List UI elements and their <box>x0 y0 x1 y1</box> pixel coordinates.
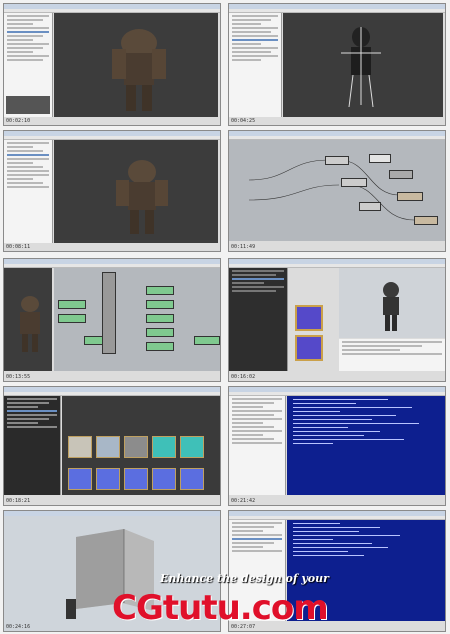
solution-explorer[interactable] <box>229 396 286 495</box>
thumbnail[interactable] <box>124 468 148 490</box>
screenshot-3: 00:08:11 <box>3 130 221 252</box>
thumbnail[interactable] <box>180 436 204 458</box>
timecode: 00:04:25 <box>231 118 256 124</box>
screenshot-6: 00:16:02 <box>228 258 446 382</box>
outliner-panel[interactable] <box>229 13 282 117</box>
timecode: 00:02:10 <box>6 118 31 124</box>
thumbnail[interactable] <box>68 436 92 458</box>
graph-node[interactable] <box>369 154 391 163</box>
timecode: 00:16:02 <box>231 374 256 380</box>
armored-character <box>112 29 166 111</box>
thumbnail[interactable] <box>152 436 176 458</box>
material-preview-2[interactable] <box>295 335 323 361</box>
graph-node[interactable] <box>146 286 174 295</box>
node-graph[interactable] <box>229 140 445 241</box>
armored-character <box>116 160 168 234</box>
viewport-3d[interactable] <box>4 268 52 371</box>
asset-tree-panel[interactable] <box>4 396 61 495</box>
screenshot-1: 00:02:10 <box>3 3 221 126</box>
timecode: 00:11:49 <box>231 244 256 250</box>
graph-node[interactable] <box>359 202 381 211</box>
promo-banner: Enhance the design of your <box>160 572 329 585</box>
graph-node[interactable] <box>341 178 367 187</box>
armored-character <box>383 282 399 331</box>
screenshot-8: 00:21:42 <box>228 386 446 506</box>
graph-node[interactable] <box>146 314 174 323</box>
timecode: 00:18:21 <box>6 498 31 504</box>
thumbnail[interactable] <box>180 468 204 490</box>
code-editor[interactable] <box>287 396 445 495</box>
screenshot-4: 00:11:49 <box>228 130 446 252</box>
graph-node[interactable] <box>325 156 349 165</box>
material-preview-1[interactable] <box>295 305 323 331</box>
thumbnail[interactable] <box>152 468 176 490</box>
graph-node[interactable] <box>414 216 438 225</box>
timecode: 00:13:55 <box>6 374 31 380</box>
graph-node[interactable] <box>397 192 423 201</box>
graph-node[interactable] <box>146 300 174 309</box>
content-browser[interactable] <box>62 396 220 495</box>
graph-node[interactable] <box>146 328 174 337</box>
timecode: 00:24:16 <box>6 624 31 630</box>
thumbnail[interactable] <box>96 436 120 458</box>
viewport-3d[interactable] <box>54 140 218 243</box>
screenshot-2: 00:04:25 <box>228 3 446 126</box>
node-graph[interactable] <box>54 268 220 371</box>
thumbnail[interactable] <box>68 468 92 490</box>
graph-node[interactable] <box>389 170 413 179</box>
properties-panel[interactable] <box>339 339 445 371</box>
viewport-3d[interactable] <box>54 13 218 117</box>
timecode: 00:08:11 <box>6 244 31 250</box>
graph-node[interactable] <box>58 300 86 309</box>
screenshot-7: 00:18:21 <box>3 386 221 506</box>
watermark: CGtutu.com <box>112 588 329 628</box>
graph-node[interactable] <box>58 314 86 323</box>
skeleton-rig <box>341 27 381 108</box>
screenshot-5: 00:13:55 <box>3 258 221 382</box>
timecode: 00:21:42 <box>231 498 256 504</box>
graph-node[interactable] <box>194 336 220 345</box>
thumbnail[interactable] <box>124 436 148 458</box>
outliner-panel[interactable] <box>4 140 53 243</box>
graph-node[interactable] <box>146 342 174 351</box>
properties-panel <box>6 96 50 114</box>
viewport-3d[interactable] <box>339 268 445 338</box>
thumbnail[interactable] <box>96 468 120 490</box>
asset-browser-panel[interactable] <box>229 268 288 371</box>
graph-node[interactable] <box>102 272 116 354</box>
armored-character <box>20 296 40 352</box>
viewport-3d[interactable] <box>283 13 443 117</box>
